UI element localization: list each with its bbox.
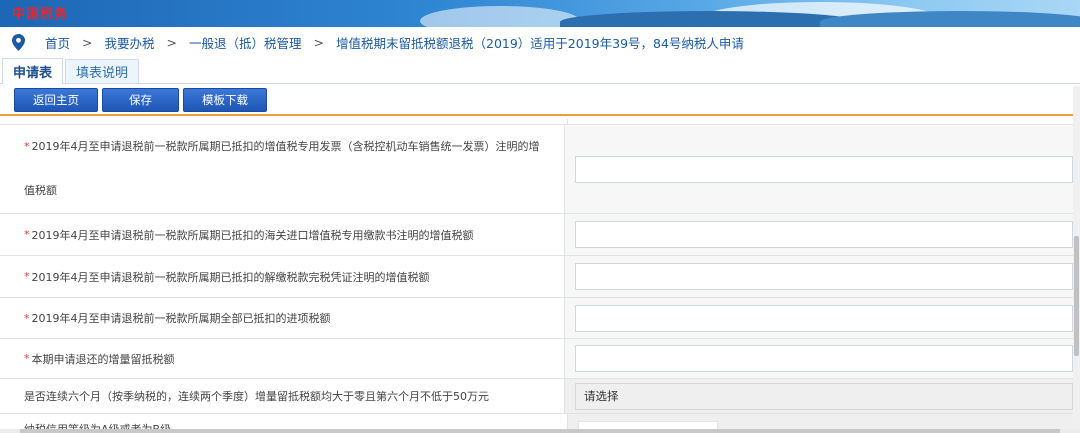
required-mark: * — [24, 352, 30, 365]
form-label-special-invoice-vat: * 2019年4月至申请退税前一税款所属期已抵扣的增值税专用发票（含税控机动车销售… — [0, 125, 565, 213]
customs-vat-input[interactable] — [575, 221, 1073, 248]
back-home-button[interactable]: 返回主页 — [14, 88, 98, 112]
horizontal-scrollbar[interactable] — [0, 429, 1080, 433]
form-row-total-input-tax: * 2019年4月至申请退税前一税款所属期全部已抵扣的进项税额 — [0, 298, 1073, 339]
vertical-scrollbar[interactable] — [1073, 86, 1080, 429]
form-label-text: 2019年4月至申请退税前一税款所属期已抵扣的解缴税款完税凭证注明的增值税额 — [31, 270, 430, 284]
six-month-condition-select[interactable]: 请选择 — [575, 382, 1073, 410]
breadcrumb-refund-management[interactable]: 一般退（抵）税管理 — [189, 33, 302, 52]
tab-bar: 申请表 填表说明 — [0, 58, 1080, 84]
banner-cloud — [420, 6, 580, 27]
special-invoice-vat-input[interactable] — [575, 155, 1073, 183]
form-label-text: 2019年4月至申请退税前一税款所属期已抵扣的增值税专用发票（含税控机动车销售统… — [31, 140, 540, 153]
breadcrumb-separator: > — [313, 34, 324, 50]
form-field-cell — [565, 339, 1073, 378]
breadcrumb-tax-service[interactable]: 我要办税 — [105, 33, 155, 52]
refund-amount-input[interactable] — [575, 345, 1073, 372]
form-field-cell — [565, 256, 1073, 297]
form-label-line: * 2019年4月至申请退税前一税款所属期已抵扣的增值税专用发票（含税控机动车销售… — [24, 125, 540, 169]
form-label-text: 2019年4月至申请退税前一税款所属期全部已抵扣的进项税额 — [31, 312, 331, 325]
form-field-cell — [565, 298, 1073, 338]
form-field-cell — [568, 119, 1073, 124]
required-mark: * — [24, 270, 30, 283]
application-form: * 2019年4月至申请退税前一税款所属期已抵扣的增值税专用发票（含税控机动车销售… — [0, 119, 1073, 429]
breadcrumb: 首页 > 我要办税 > 一般退（抵）税管理 > 增值税期末留抵税额退税（2019… — [0, 28, 1080, 56]
form-row-tax-payment-voucher-vat: * 2019年4月至申请退税前一税款所属期已抵扣的解缴税款完税凭证注明的增值税额 — [0, 256, 1073, 298]
form-row-six-month-condition: 是否连续六个月（按季纳税的，连续两个季度）增量留抵税额均大于零且第六个月不低于5… — [0, 379, 1073, 414]
form-field-cell — [565, 214, 1073, 255]
form-label-line: 值税额 — [24, 184, 57, 197]
breadcrumb-separator: > — [166, 34, 177, 50]
template-download-button[interactable]: 模板下载 — [183, 88, 267, 112]
form-field-cell: 请选择 — [565, 379, 1073, 413]
required-mark: * — [24, 228, 30, 241]
breadcrumb-separator: > — [82, 34, 93, 50]
form-label-total-input-tax: * 2019年4月至申请退税前一税款所属期全部已抵扣的进项税额 — [0, 298, 565, 338]
credit-rating-field[interactable] — [578, 420, 718, 429]
form-row-credit-rating: 纳税信用等级为A级或者为B级 — [0, 414, 1073, 429]
location-pin-icon — [12, 33, 25, 51]
form-label-customs-vat: * 2019年4月至申请退税前一税款所属期已抵扣的海关进口增值税专用缴款书注明的增… — [0, 214, 565, 255]
tab-application-form[interactable]: 申请表 — [2, 58, 64, 84]
tax-payment-voucher-vat-input[interactable] — [575, 263, 1073, 290]
form-label-text: 本期申请退还的增量留抵税额 — [31, 352, 175, 366]
toolbar: 返回主页 保存 模板下载 — [0, 86, 1080, 116]
form-field-cell — [568, 414, 1073, 429]
breadcrumb-current-page[interactable]: 增值税期末留抵税额退税（2019）适用于2019年39号，84号纳税人申请 — [336, 33, 744, 52]
tab-fill-instructions[interactable]: 填表说明 — [65, 59, 140, 83]
form-label-credit-rating: 纳税信用等级为A级或者为B级 — [0, 414, 568, 429]
form-label-text: 2019年4月至申请退税前一税款所属期已抵扣的海关进口增值税专用缴款书注明的增值… — [31, 228, 474, 242]
total-input-tax-input[interactable] — [575, 304, 1073, 332]
required-mark: * — [24, 140, 30, 153]
form-label-refund-amount: * 本期申请退还的增量留抵税额 — [0, 339, 565, 378]
banner-mountain — [820, 11, 1080, 27]
form-label-six-month-condition: 是否连续六个月（按季纳税的，连续两个季度）增量留抵税额均大于零且第六个月不低于5… — [0, 379, 565, 413]
breadcrumb-home[interactable]: 首页 — [45, 33, 70, 52]
form-row-special-invoice-vat: * 2019年4月至申请退税前一税款所属期已抵扣的增值税专用发票（含税控机动车销售… — [0, 125, 1073, 214]
horizontal-scrollbar-thumb[interactable] — [20, 429, 1060, 433]
form-label-cell — [0, 119, 568, 124]
form-row-customs-vat: * 2019年4月至申请退税前一税款所属期已抵扣的海关进口增值税专用缴款书注明的增… — [0, 214, 1073, 256]
required-mark: * — [24, 311, 30, 325]
form-row-refund-amount: * 本期申请退还的增量留抵税额 — [0, 339, 1073, 379]
save-button[interactable]: 保存 — [102, 88, 179, 112]
site-logo: 中国税务 — [12, 7, 69, 22]
form-label-tax-payment-voucher-vat: * 2019年4月至申请退税前一税款所属期已抵扣的解缴税款完税凭证注明的增值税额 — [0, 256, 565, 297]
vertical-scrollbar-thumb[interactable] — [1074, 236, 1079, 356]
banner-mountain — [560, 11, 860, 27]
form-field-cell — [565, 125, 1073, 213]
header-banner: 中国税务 — [0, 0, 1080, 27]
